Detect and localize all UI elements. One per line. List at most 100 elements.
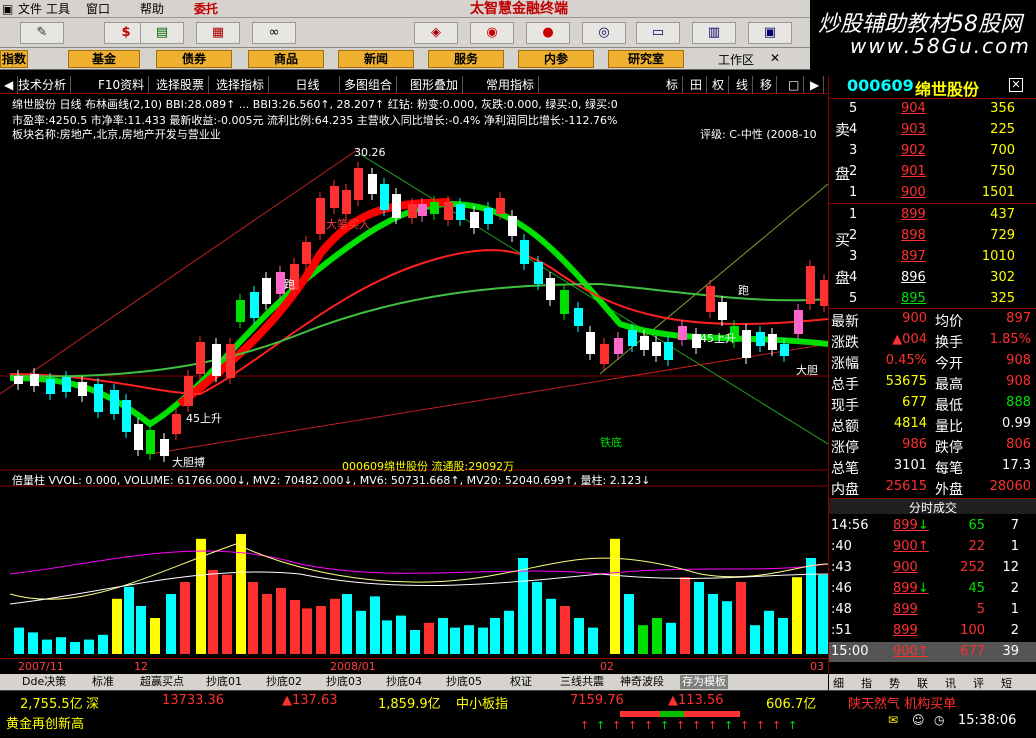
indicator-template-tab[interactable]: 抄底03	[326, 675, 362, 689]
indicator-template-tab[interactable]: 神奇波段	[620, 675, 664, 689]
menu-tools[interactable]: 工具	[46, 1, 70, 17]
ticks-title[interactable]: 分时成交	[829, 498, 1036, 515]
indicator-template-tab[interactable]: 权证	[510, 675, 532, 689]
tab-rights[interactable]: 权	[708, 76, 730, 94]
tab-mark[interactable]: 标	[662, 76, 684, 94]
workspace-close-icon[interactable]: ✕	[770, 51, 780, 65]
tick-count: 39	[1002, 644, 1019, 659]
target-icon[interactable]: ◉	[470, 22, 514, 44]
sell-level: 2	[849, 164, 858, 179]
nav-service[interactable]: 服务	[428, 50, 504, 68]
sell-price[interactable]: 903	[901, 122, 926, 137]
tab-line[interactable]: 线	[732, 76, 754, 94]
ticks-tab[interactable]: 指	[861, 675, 872, 691]
stock-code: 000609	[847, 76, 914, 95]
quote-panel: 000609 绵世股份 ✕ 5 904 356 4 903 225 3 902 700 2 901 7…	[828, 76, 1036, 690]
quote-label: 总笔	[831, 461, 859, 477]
panel-toggle-icon[interactable]: ▶	[806, 76, 825, 94]
app-icon[interactable]: ▣	[2, 1, 13, 17]
indicator-template-tab[interactable]: Dde决策	[22, 675, 66, 689]
nav-bond[interactable]: 债券	[156, 50, 232, 68]
menu-file[interactable]: 文件	[18, 1, 42, 17]
indicator-template-tab[interactable]: 三线共震	[560, 675, 604, 689]
quote-value: 28060	[989, 479, 1031, 494]
pen-icon[interactable]: ✎	[20, 22, 64, 44]
indicator-template-tab[interactable]: 抄底01	[206, 675, 242, 689]
buy-volume: 302	[990, 270, 1015, 285]
nav-fund[interactable]: 基金	[68, 50, 140, 68]
binoculars-icon[interactable]: ∞	[252, 22, 296, 44]
tab-overlay[interactable]: 图形叠加	[406, 76, 464, 94]
tab-multi[interactable]: 多图组合	[340, 76, 398, 94]
tab-common[interactable]: 常用指标	[482, 76, 540, 94]
indicator-template-tab[interactable]: 抄底02	[266, 675, 302, 689]
ticks-tab[interactable]: 评	[973, 675, 984, 691]
tab-select-indicator[interactable]: 选择指标	[212, 76, 270, 94]
sell-price[interactable]: 902	[901, 143, 926, 158]
indicator-template-tab[interactable]: 超赢买点	[140, 675, 184, 689]
menu-help[interactable]: 帮助	[140, 1, 164, 17]
sell-price[interactable]: 900	[901, 185, 926, 200]
tab-tech[interactable]: 技术分析	[14, 76, 72, 94]
annotation-rise1: 45上升	[186, 412, 222, 425]
clock-icon: ◷	[934, 713, 945, 727]
buy-price[interactable]: 896	[901, 270, 926, 285]
quote-value: ▲004	[892, 332, 927, 347]
indicator-template-tab[interactable]: 存为模板	[680, 675, 728, 689]
nav-news[interactable]: 新闻	[338, 50, 414, 68]
sme-change: ▲113.56	[668, 693, 724, 708]
buy-price[interactable]: 895	[901, 291, 926, 306]
nav-insider[interactable]: 内参	[518, 50, 594, 68]
ticks-tab[interactable]: 势	[889, 675, 900, 691]
sell-price[interactable]: 901	[901, 164, 926, 179]
menu-window[interactable]: 窗口	[86, 1, 110, 17]
tab-f10[interactable]: F10资料	[94, 76, 150, 94]
tick-volume: 100	[960, 623, 985, 638]
grid-icon[interactable]: ▦	[196, 22, 240, 44]
tv-icon[interactable]: ▣	[748, 22, 792, 44]
buy-level: 1	[849, 207, 858, 222]
tab-move[interactable]: 移	[756, 76, 778, 94]
buy-price[interactable]: 899	[901, 207, 926, 222]
ticks-tab[interactable]: 细	[833, 675, 844, 691]
indicator-template-tab[interactable]: 抄底04	[386, 675, 422, 689]
indicator-template-tab[interactable]: 标准	[92, 675, 114, 689]
screen-icon[interactable]: ▭	[636, 22, 680, 44]
buy-price[interactable]: 898	[901, 228, 926, 243]
ticks-tab[interactable]: 联	[917, 675, 928, 691]
quote-value: 908	[1006, 374, 1031, 389]
user-icon[interactable]: ☺	[912, 713, 925, 727]
sell-price[interactable]: 904	[901, 101, 926, 116]
tab-select-stock[interactable]: 选择股票	[152, 76, 210, 94]
book-icon[interactable]: ▥	[692, 22, 736, 44]
annotation-high: 30.26	[354, 146, 386, 159]
quote-label: 外盘	[935, 482, 963, 498]
sz-change: ▲137.63	[282, 693, 338, 708]
chart-icon[interactable]: ▤	[140, 22, 184, 44]
ticks-tab[interactable]: 短	[1001, 675, 1012, 691]
buy-price[interactable]: 897	[901, 249, 926, 264]
chart-area[interactable]: 绵世股份 日线 布林画线(2,10) BBI:28.089↑ ... BBI3:…	[0, 94, 828, 674]
buy-level: 5	[849, 291, 858, 306]
diamond-icon[interactable]: ◈	[414, 22, 458, 44]
target2-icon[interactable]: ◎	[582, 22, 626, 44]
close-icon[interactable]: ✕	[1009, 78, 1023, 92]
mail-icon[interactable]: ✉	[888, 713, 898, 727]
sme-index: 7159.76	[570, 693, 624, 708]
brand-line2: www.58Gu.com	[850, 34, 1031, 58]
nav-research[interactable]: 研究室	[608, 50, 684, 68]
buy-volume: 729	[990, 228, 1015, 243]
sphere-icon[interactable]: ●	[526, 22, 570, 44]
nav-commodity[interactable]: 商品	[248, 50, 324, 68]
nav-index[interactable]: 指数	[0, 50, 28, 68]
news-scroll[interactable]: 陕天然气 机构买单	[848, 693, 956, 712]
tab-grid[interactable]: 田	[686, 76, 708, 94]
ticks-tab[interactable]: 讯	[945, 675, 956, 691]
kline-chart[interactable]	[0, 94, 828, 674]
tab-daily[interactable]: 日线	[276, 76, 340, 94]
news-ticker[interactable]: 黄金再创新高	[6, 713, 84, 732]
order-button[interactable]: 委托	[194, 1, 218, 17]
indicator-template-tab[interactable]: 抄底05	[446, 675, 482, 689]
window-restore-icon[interactable]: □	[784, 76, 805, 94]
workspace-label[interactable]: 工作区	[718, 51, 754, 68]
